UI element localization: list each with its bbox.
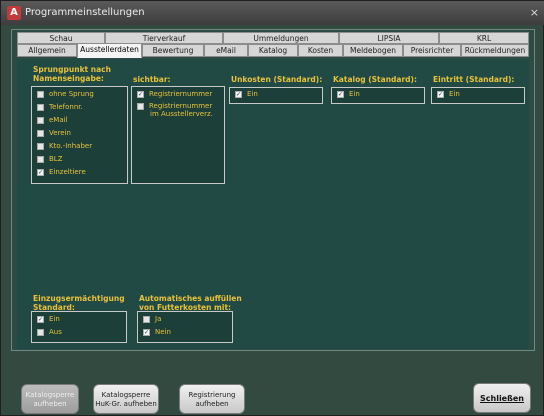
sprungpunkt-option[interactable]: ohne Sprung [37,90,94,101]
unkosten-group: ✓ Ein [229,87,323,104]
schliessen-button[interactable]: Schließen [473,383,531,413]
sichtbar-title: sichtbar: [133,75,171,84]
checkbox-checked[interactable]: ✓ [143,328,150,336]
sprungpunkt-option[interactable]: Telefonnr. [37,103,83,114]
eintritt-group: ✓ Ein [431,87,525,104]
tab-rueckmeldungen[interactable]: Rückmeldungen [461,44,529,57]
app-icon: A [7,6,21,20]
sprungpunkt-option[interactable]: Verein [37,129,71,140]
checkbox-checked[interactable]: ✓ [235,90,242,98]
checkbox[interactable] [37,116,44,124]
tab-meldebogen[interactable]: Meldebogen [343,44,403,57]
checkbox-checked[interactable]: ✓ [37,315,44,323]
sprungpunkt-title: Sprungpunkt nach Namenseingabe: [33,65,111,83]
futterkosten-group: Ja ✓ Nein [137,311,233,343]
checkbox[interactable] [37,155,44,163]
einzug-option[interactable]: ✓ Ein [37,315,60,326]
checkbox[interactable] [37,328,44,336]
sprungpunkt-option[interactable]: ✓ Einzeltiere [37,168,86,179]
unkosten-option[interactable]: ✓ Ein [235,90,258,101]
sprungpunkt-option[interactable]: eMail [37,116,68,127]
sprungpunkt-group: ohne Sprung Telefonnr. eMail Verein Kto.… [31,86,128,184]
sichtbar-option[interactable]: ✓ Registriernummer [137,90,212,101]
tab-kosten[interactable]: Kosten [298,44,343,57]
checkbox[interactable] [137,102,144,110]
tab-ummeldungen[interactable]: Ummeldungen [223,32,339,44]
tab-krl[interactable]: KRL [439,32,529,44]
katalog-option[interactable]: ✓ Ein [337,90,360,101]
futterkosten-title-line1: Automatisches auffüllen [139,294,242,303]
sprungpunkt-title-line2: Namenseingabe: [33,74,104,83]
tab-allgemein[interactable]: Allgemein [17,44,77,57]
sprungpunkt-title-line1: Sprungpunkt nach [33,65,111,74]
futterkosten-option[interactable]: Ja [143,315,161,326]
futterkosten-option[interactable]: ✓ Nein [143,328,171,339]
window-title: Programmeinstellungen [25,7,145,18]
einzug-group: ✓ Ein Aus [31,311,127,343]
checkbox-checked[interactable]: ✓ [37,168,44,176]
close-icon[interactable]: × [530,6,539,19]
checkbox[interactable] [37,142,44,150]
katalogsperre-aufheben-button[interactable]: Katalogsperre aufheben [21,384,79,414]
sprungpunkt-option[interactable]: BLZ [37,155,63,166]
sprungpunkt-option[interactable]: Kto.-Inhaber [37,142,92,153]
checkbox-checked[interactable]: ✓ [337,90,344,98]
checkbox[interactable] [143,315,150,323]
tab-bewertung[interactable]: Bewertung [142,44,204,57]
tab-katalog[interactable]: Katalog [248,44,298,57]
settings-window: A Programmeinstellungen × Schau Tierverk… [0,0,544,416]
katalog-title: Katalog (Standard): [333,75,417,84]
checkbox-checked[interactable]: ✓ [437,90,444,98]
sichtbar-option[interactable]: Registriernummer im Ausstellerverz. [137,102,213,122]
tab-ausstellerdaten[interactable]: Ausstellerdaten [77,43,142,58]
checkbox[interactable] [37,129,44,137]
futterkosten-title: Automatisches auffüllen von Futterkosten… [139,294,242,312]
einzug-title-line1: Einzugsermächtigung [33,294,125,303]
einzug-title: Einzugsermächtigung Standard: [33,294,125,312]
checkbox-checked[interactable]: ✓ [137,90,144,98]
title-bar: A Programmeinstellungen × [1,1,544,25]
sichtbar-group: ✓ Registriernummer Registriernummer im Au… [131,86,225,184]
eintritt-option[interactable]: ✓ Ein [437,90,460,101]
tab-email[interactable]: eMail [204,44,248,57]
eintritt-title: Eintritt (Standard): [433,75,515,84]
tab-preisrichter[interactable]: Preisrichter [403,44,461,57]
tab-lipsia[interactable]: LIPSIA [339,32,439,44]
einzug-option[interactable]: Aus [37,328,62,339]
unkosten-title: Unkosten (Standard): [231,75,323,84]
checkbox[interactable] [37,90,44,98]
katalog-group: ✓ Ein [331,87,425,104]
katalogsperre-huk-button[interactable]: Katalogsperre HuK-Gr. aufheben [93,384,159,414]
registrierung-aufheben-button[interactable]: Registrierung aufheben [179,384,245,414]
checkbox[interactable] [37,103,44,111]
